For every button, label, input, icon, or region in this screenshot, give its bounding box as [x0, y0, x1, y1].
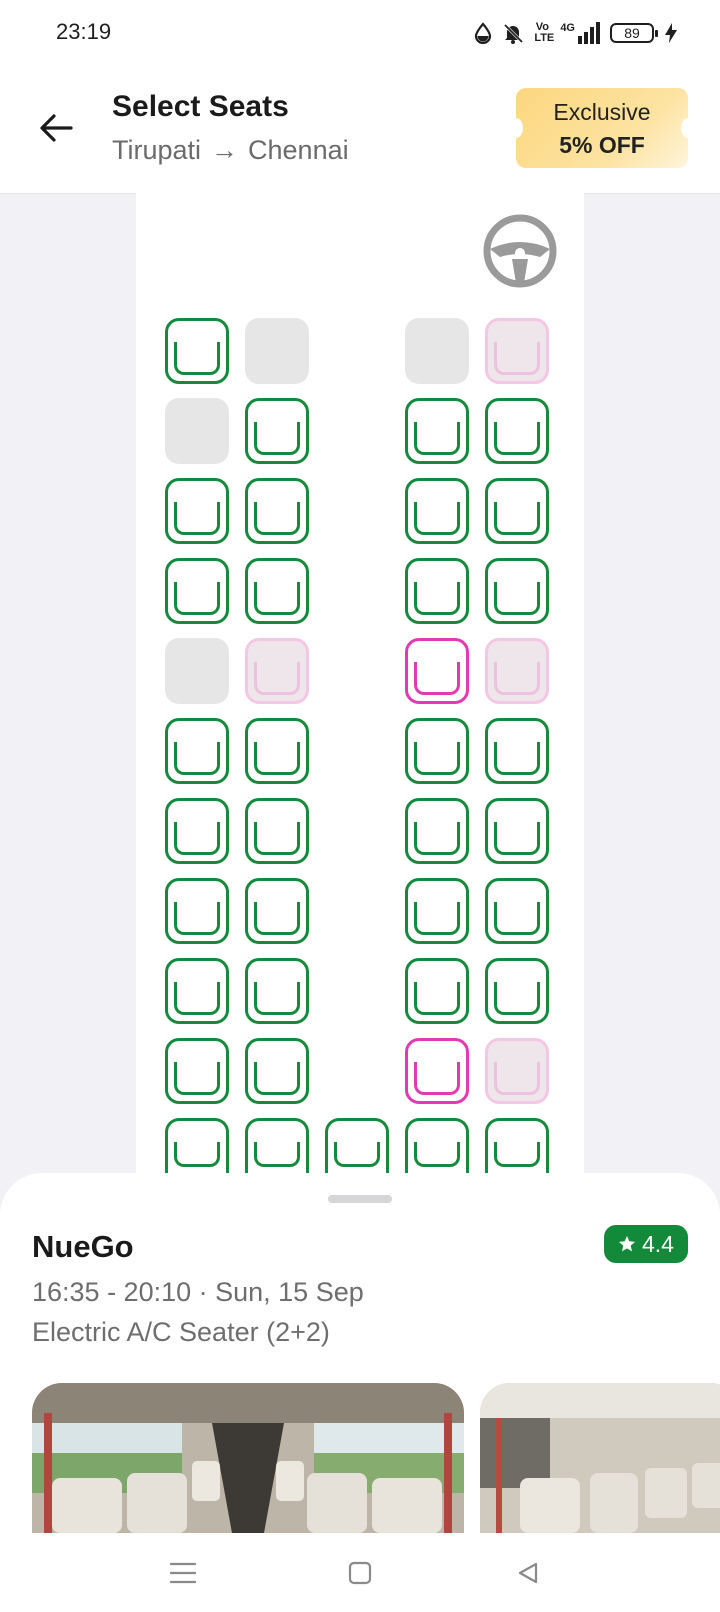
seat-available[interactable]: [485, 478, 549, 544]
seat-booked: [245, 318, 309, 384]
seat-available[interactable]: [405, 478, 469, 544]
seat-available[interactable]: [245, 1038, 309, 1104]
seat-ladies[interactable]: [405, 638, 469, 704]
signal-icon: 4G: [560, 22, 600, 44]
seat-available[interactable]: [485, 878, 549, 944]
seat-available[interactable]: [405, 1118, 469, 1173]
seat-available[interactable]: [485, 558, 549, 624]
bus-type: Electric A/C Seater (2+2): [32, 1317, 330, 1347]
home-square-icon: [348, 1561, 372, 1585]
seat-ladies-booked: [485, 318, 549, 384]
back-arrow-icon: [40, 114, 73, 142]
bus-interior-photo-2[interactable]: [480, 1383, 720, 1533]
volte-icon: Vo LTE: [534, 21, 555, 44]
bus-interior-photo[interactable]: [32, 1383, 464, 1533]
seat-booked: [165, 398, 229, 464]
seat-ladies-booked: [485, 1038, 549, 1104]
seat-available[interactable]: [405, 718, 469, 784]
seat-available[interactable]: [245, 558, 309, 624]
seat-available[interactable]: [245, 878, 309, 944]
origin-city: Tirupati: [112, 135, 202, 165]
seat-ladies-booked: [485, 638, 549, 704]
seat-available[interactable]: [485, 958, 549, 1024]
battery-level: 89: [624, 25, 640, 41]
seat-available[interactable]: [405, 558, 469, 624]
bus-interior-image-2: [480, 1383, 720, 1533]
battery-icon: 89: [610, 23, 658, 43]
seat-available[interactable]: [405, 398, 469, 464]
status-time: 23:19: [56, 19, 112, 44]
rating-value: 4.4: [642, 1230, 674, 1257]
seat-available[interactable]: [245, 1118, 309, 1173]
rating-badge: 4.4: [604, 1225, 688, 1263]
seat-available[interactable]: [165, 798, 229, 864]
destination-city: Chennai: [248, 135, 349, 165]
recent-apps-button[interactable]: [163, 1553, 203, 1593]
seat-available[interactable]: [165, 958, 229, 1024]
seat-available[interactable]: [245, 718, 309, 784]
seat-available[interactable]: [165, 318, 229, 384]
seat-booked: [165, 638, 229, 704]
seat-ladies-booked: [245, 638, 309, 704]
sheet-drag-handle[interactable]: [328, 1195, 392, 1203]
seat-available[interactable]: [245, 798, 309, 864]
seat-ladies[interactable]: [405, 1038, 469, 1104]
status-icons: Vo LTE 4G 89: [474, 16, 678, 50]
charging-icon: [665, 23, 677, 43]
seat-available[interactable]: [245, 398, 309, 464]
steering-wheel-icon: [483, 214, 557, 288]
status-bar: 23:19 Vo LTE 4G 89: [0, 0, 720, 66]
seat-available[interactable]: [165, 1118, 229, 1173]
seat-available[interactable]: [245, 478, 309, 544]
bus-timing: 16:35 - 20:10 · Sun, 15 Sep: [32, 1277, 364, 1307]
operator-name: NueGo: [32, 1229, 134, 1264]
back-button[interactable]: [32, 104, 80, 152]
seat-available[interactable]: [325, 1118, 389, 1173]
seat-available[interactable]: [165, 1038, 229, 1104]
page-title: Select Seats: [112, 90, 289, 123]
bus-details-sheet: NueGo 4.4 16:35 - 20:10 · Sun, 15 Sep El…: [0, 1173, 720, 1533]
back-triangle-icon: [518, 1562, 538, 1584]
route-arrow-icon: →: [211, 135, 239, 165]
seat-available[interactable]: [405, 878, 469, 944]
menu-icon: [170, 1562, 196, 1584]
seat-available[interactable]: [485, 1118, 549, 1173]
seat-available[interactable]: [165, 718, 229, 784]
seat-available[interactable]: [165, 878, 229, 944]
data-saver-icon: [475, 22, 492, 44]
seat-available[interactable]: [485, 398, 549, 464]
seat-available[interactable]: [485, 798, 549, 864]
offer-label: Exclusive: [553, 99, 651, 125]
seat-available[interactable]: [165, 558, 229, 624]
seat-available[interactable]: [245, 958, 309, 1024]
offer-discount: 5% OFF: [559, 132, 645, 158]
network-label: 4G: [560, 22, 575, 34]
seat-available[interactable]: [485, 718, 549, 784]
home-button[interactable]: [340, 1553, 380, 1593]
silent-bell-icon: [504, 23, 524, 44]
seat-available[interactable]: [405, 958, 469, 1024]
seat-booked: [405, 318, 469, 384]
bus-interior-image: [32, 1383, 464, 1533]
route: Tirupati → Chennai: [112, 135, 349, 166]
exclusive-offer-badge[interactable]: Exclusive 5% OFF: [509, 88, 695, 168]
star-icon: [618, 1235, 636, 1252]
nav-back-button[interactable]: [508, 1553, 548, 1593]
system-nav-bar: [0, 1533, 720, 1612]
seat-available[interactable]: [405, 798, 469, 864]
seat-available[interactable]: [165, 478, 229, 544]
header: Select Seats Tirupati → Chennai Exclusiv…: [0, 66, 720, 194]
